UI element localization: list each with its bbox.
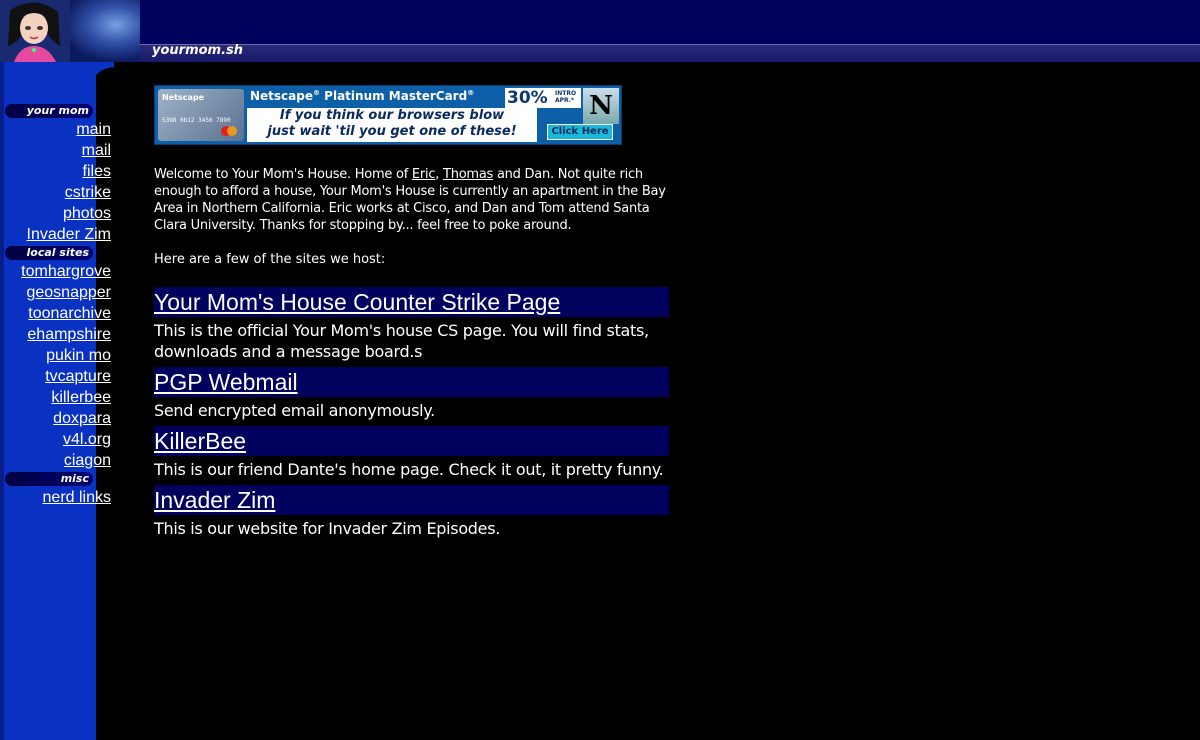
sidebar-item-mail[interactable]: mail: [1, 140, 111, 161]
nav-group-misc: misc nerd links: [1, 472, 111, 508]
nav-group-local-sites: local sites tomhargrove geosnapper toona…: [1, 246, 111, 471]
rate-note-line-2: APR.*: [555, 97, 575, 104]
sidebar-item-photos[interactable]: photos: [1, 203, 111, 224]
sidebar-item-toonarchive[interactable]: toonarchive: [1, 303, 111, 324]
site-title-bar: Invader Zim: [154, 485, 669, 515]
main-content: Welcome to Your Mom's House. Home of Eri…: [154, 166, 674, 544]
banner-headline-brand: Netscape: [250, 89, 313, 103]
netscape-n-logo: N: [583, 88, 619, 124]
site-description: This is the official Your Mom's house CS…: [154, 321, 649, 361]
rate-value: 30%: [507, 88, 548, 108]
credit-card-image: Netscape 5398 0b12 3456 7890: [158, 89, 244, 141]
sidebar-item-cstrike[interactable]: cstrike: [1, 182, 111, 203]
sidebar-item-invader-zim[interactable]: Invader Zim: [1, 224, 111, 245]
site-description: This is our website for Invader Zim Epis…: [154, 519, 501, 538]
banner-headline-product: Platinum MasterCard: [320, 89, 468, 103]
list-item: Invader Zim This is our website for Inva…: [154, 485, 669, 539]
sidebar-item-geosnapper[interactable]: geosnapper: [1, 282, 111, 303]
tagline-line-1: If you think our browsers blow: [279, 108, 505, 123]
sites-intro: Here are a few of the sites we host:: [154, 252, 386, 267]
card-logo: Netscape: [162, 93, 204, 102]
sidebar-curve-decoration: [96, 62, 114, 92]
sidebar-item-ehampshire[interactable]: ehampshire: [1, 324, 111, 345]
intro-separator: ,: [435, 167, 444, 182]
rate-note-line-1: INTRO: [555, 90, 577, 97]
list-item: Your Mom's House Counter Strike Page Thi…: [154, 287, 669, 362]
list-item: KillerBee This is our friend Dante's hom…: [154, 426, 669, 480]
swirl-decoration: [60, 0, 140, 62]
banner-headline: Netscape® Platinum MasterCard®: [250, 89, 474, 103]
link-thomas[interactable]: Thomas: [443, 167, 493, 182]
registered-icon: ®: [313, 89, 320, 97]
sidebar-item-main[interactable]: main: [1, 119, 111, 140]
site-link-counter-strike[interactable]: Your Mom's House Counter Strike Page: [154, 289, 560, 315]
list-item: PGP Webmail Send encrypted email anonymo…: [154, 367, 669, 421]
sidebar-item-tomhargrove[interactable]: tomhargrove: [1, 261, 111, 282]
registered-icon: ®: [467, 89, 475, 97]
sidebar-item-tvcapture[interactable]: tvcapture: [1, 366, 111, 387]
site-title-bar: KillerBee: [154, 426, 669, 456]
site-logo[interactable]: [0, 0, 140, 62]
site-link-pgp-webmail[interactable]: PGP Webmail: [154, 369, 298, 395]
site-title-bar: Your Mom's House Counter Strike Page: [154, 287, 669, 317]
intro-text: Welcome to Your Mom's House. Home of: [154, 167, 412, 182]
sidebar-item-killerbee[interactable]: killerbee: [1, 387, 111, 408]
site-link-killerbee[interactable]: KillerBee: [154, 428, 246, 454]
nav-header: local sites: [5, 246, 93, 260]
tagline-line-2: just wait 'til you get one of these!: [267, 124, 517, 139]
sidebar-item-v4l[interactable]: v4l.org: [1, 429, 111, 450]
site-link-invader-zim[interactable]: Invader Zim: [154, 487, 275, 513]
header-bar: yourmom.sh: [0, 0, 1200, 62]
mastercard-icon: [221, 126, 237, 136]
nav-header: your mom: [5, 104, 93, 118]
rate-note: INTRO APR.*: [555, 90, 576, 104]
hosted-sites-list: Your Mom's House Counter Strike Page Thi…: [154, 287, 669, 539]
card-number: 5398 0b12 3456 7890: [162, 117, 231, 124]
intro-paragraph: Welcome to Your Mom's House. Home of Eri…: [154, 166, 669, 234]
click-here-button[interactable]: Click Here: [547, 124, 613, 140]
sidebar-item-files[interactable]: files: [1, 161, 111, 182]
banner-ad[interactable]: Netscape 5398 0b12 3456 7890 Netscape® P…: [154, 85, 622, 145]
sidebar-item-pukin-mo[interactable]: pukin mo: [1, 345, 111, 366]
site-description: Send encrypted email anonymously.: [154, 401, 435, 420]
banner-rate: 30% INTRO APR.*: [505, 88, 581, 108]
site-description: This is our friend Dante's home page. Ch…: [154, 460, 664, 479]
sidebar-item-ciagon[interactable]: ciagon: [1, 450, 111, 471]
nav-group-your-mom: your mom main mail files cstrike photos …: [1, 104, 111, 245]
nav-header: misc: [5, 472, 93, 486]
sidebar-nav: your mom main mail files cstrike photos …: [1, 104, 111, 509]
sidebar-item-doxpara[interactable]: doxpara: [1, 408, 111, 429]
link-eric[interactable]: Eric: [412, 167, 436, 182]
site-name: yourmom.sh: [152, 43, 244, 58]
banner-tagline: If you think our browsers blow just wait…: [247, 108, 537, 142]
site-title-bar: PGP Webmail: [154, 367, 669, 397]
cartoon-girl-icon: [0, 0, 70, 62]
sidebar-item-nerd-links[interactable]: nerd links: [1, 487, 111, 508]
